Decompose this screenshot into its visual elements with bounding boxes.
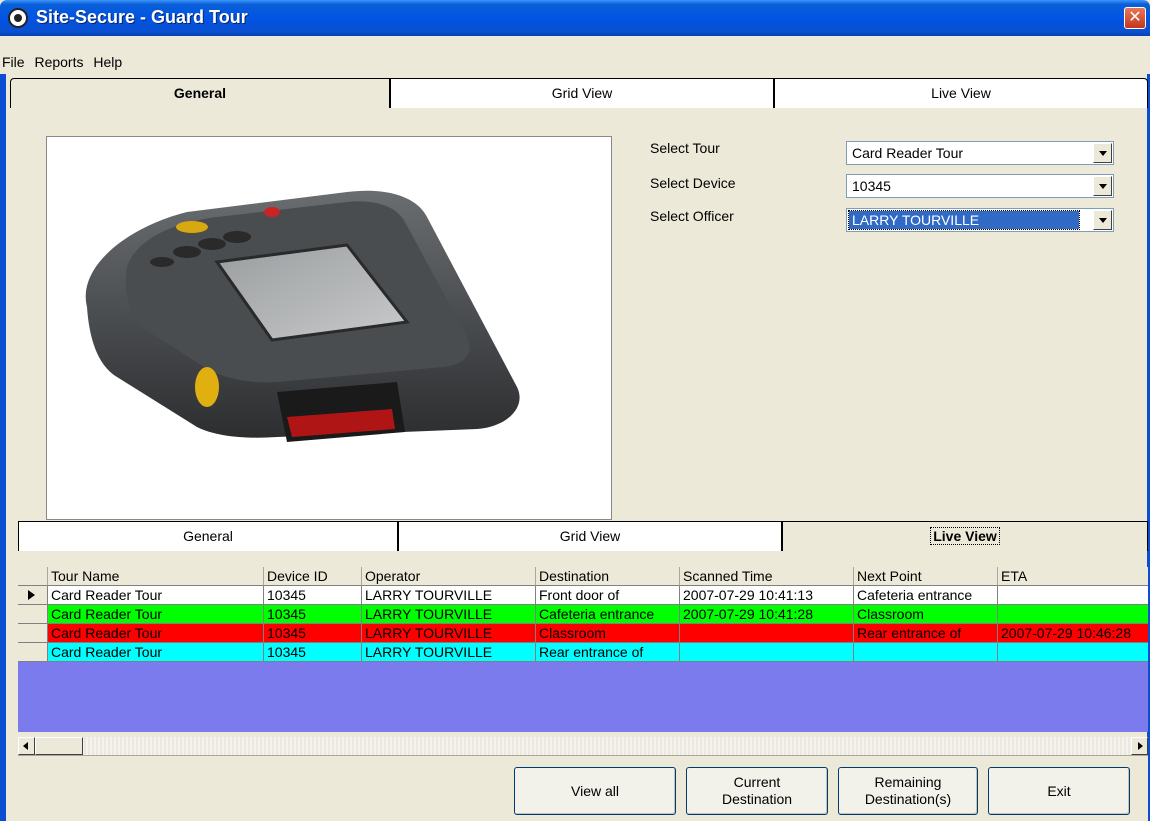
column-next-point[interactable]: Next Point: [854, 567, 998, 586]
cell-device-id[interactable]: 10345: [264, 586, 362, 605]
select-officer-value: LARRY TOURVILLE: [848, 210, 1080, 230]
tab-grid-view-lower[interactable]: Grid View: [398, 521, 782, 551]
table-row[interactable]: Card Reader Tour 10345 LARRY TOURVILLE Rear…: [18, 643, 1148, 662]
cell-next-point[interactable]: Cafeteria entrance: [854, 586, 998, 605]
select-device-dropdown[interactable]: 10345: [846, 174, 1114, 198]
cell-operator[interactable]: LARRY TOURVILLE: [362, 624, 536, 643]
exit-button[interactable]: Exit: [988, 767, 1130, 815]
column-device-id[interactable]: Device ID: [264, 567, 362, 586]
row-selector[interactable]: [18, 643, 48, 662]
remaining-destinations-button[interactable]: Remaining Destination(s): [838, 767, 978, 815]
cell-operator[interactable]: LARRY TOURVILLE: [362, 643, 536, 662]
select-device-value: 10345: [852, 178, 891, 194]
title-bar[interactable]: Site-Secure - Guard Tour ✕: [0, 0, 1150, 36]
select-tour-label: Select Tour: [650, 140, 720, 156]
cell-operator[interactable]: LARRY TOURVILLE: [362, 605, 536, 624]
cell-scanned-time[interactable]: [680, 624, 854, 643]
app-eye-icon: [8, 8, 28, 28]
column-eta[interactable]: ETA: [998, 567, 1148, 586]
select-tour-value: Card Reader Tour: [852, 145, 964, 161]
table-row[interactable]: Card Reader Tour 10345 LARRY TOURVILLE Fron…: [18, 586, 1148, 605]
current-destination-button[interactable]: Current Destination: [686, 767, 828, 815]
cell-device-id[interactable]: 10345: [264, 643, 362, 662]
cell-device-id[interactable]: 10345: [264, 605, 362, 624]
select-officer-label: Select Officer: [650, 208, 734, 224]
menu-reports[interactable]: Reports: [34, 54, 89, 70]
tab-general[interactable]: General: [10, 78, 390, 108]
live-view-grid[interactable]: Tour Name Device ID Operator Destination…: [18, 567, 1148, 732]
scroll-thumb[interactable]: [35, 737, 83, 755]
cell-tour-name[interactable]: Card Reader Tour: [48, 624, 264, 643]
cell-next-point[interactable]: [854, 643, 998, 662]
cell-device-id[interactable]: 10345: [264, 624, 362, 643]
column-tour-name[interactable]: Tour Name: [48, 567, 264, 586]
horizontal-scrollbar[interactable]: [18, 737, 1148, 755]
row-selector[interactable]: [18, 624, 48, 643]
table-row[interactable]: Card Reader Tour 10345 LARRY TOURVILLE Clas…: [18, 624, 1148, 643]
window-left-border: [0, 36, 6, 821]
table-row[interactable]: Card Reader Tour 10345 LARRY TOURVILLE Cafe…: [18, 605, 1148, 624]
menu-help[interactable]: Help: [93, 54, 128, 70]
cell-next-point[interactable]: Rear entrance of: [854, 624, 998, 643]
cell-eta[interactable]: [998, 605, 1148, 624]
row-selector-header: [18, 567, 48, 586]
cell-destination[interactable]: Front door of: [536, 586, 680, 605]
cell-tour-name[interactable]: Card Reader Tour: [48, 586, 264, 605]
cell-destination[interactable]: Classroom: [536, 624, 680, 643]
cell-destination[interactable]: Rear entrance of: [536, 643, 680, 662]
row-selector[interactable]: [18, 605, 48, 624]
column-operator[interactable]: Operator: [362, 567, 536, 586]
cell-next-point[interactable]: Classroom: [854, 605, 998, 624]
close-button[interactable]: ✕: [1124, 7, 1146, 29]
cell-scanned-time[interactable]: 2007-07-29 10:41:13: [680, 586, 854, 605]
chevron-down-icon[interactable]: [1093, 176, 1112, 196]
menu-file[interactable]: File: [0, 54, 31, 70]
tab-grid-view[interactable]: Grid View: [390, 78, 774, 108]
tab-live-view-lower-label: Live View: [930, 527, 1000, 545]
window-title: Site-Secure - Guard Tour: [36, 7, 248, 27]
cell-eta[interactable]: 2007-07-29 10:46:28: [998, 624, 1148, 643]
view-all-button[interactable]: View all: [514, 767, 676, 815]
current-row-arrow-icon[interactable]: [18, 586, 48, 605]
handheld-scanner-image: [85, 190, 520, 442]
select-tour-dropdown[interactable]: Card Reader Tour: [846, 141, 1114, 165]
cell-operator[interactable]: LARRY TOURVILLE: [362, 586, 536, 605]
device-image: [46, 136, 612, 520]
cell-eta[interactable]: [998, 643, 1148, 662]
top-tab-strip: General Grid View Live View: [10, 78, 1148, 108]
cell-scanned-time[interactable]: 2007-07-29 10:41:28: [680, 605, 854, 624]
cell-tour-name[interactable]: Card Reader Tour: [48, 605, 264, 624]
column-destination[interactable]: Destination: [536, 567, 680, 586]
bottom-tab-strip: General Grid View Live View: [18, 521, 1148, 551]
chevron-down-icon[interactable]: [1093, 210, 1112, 230]
cell-scanned-time[interactable]: [680, 643, 854, 662]
cell-tour-name[interactable]: Card Reader Tour: [48, 643, 264, 662]
select-device-label: Select Device: [650, 175, 736, 191]
grid-header: Tour Name Device ID Operator Destination…: [18, 567, 1148, 586]
menu-bar: File Reports Help: [0, 54, 1150, 74]
cell-eta[interactable]: [998, 586, 1148, 605]
tab-live-view-lower[interactable]: Live View: [782, 521, 1148, 551]
scroll-right-icon[interactable]: [1131, 737, 1148, 755]
scroll-left-icon[interactable]: [18, 737, 35, 755]
cell-destination[interactable]: Cafeteria entrance: [536, 605, 680, 624]
tab-general-lower[interactable]: General: [18, 521, 398, 551]
column-scanned-time[interactable]: Scanned Time: [680, 567, 854, 586]
tab-live-view[interactable]: Live View: [774, 78, 1148, 108]
select-officer-dropdown[interactable]: LARRY TOURVILLE: [846, 208, 1114, 232]
chevron-down-icon[interactable]: [1093, 143, 1112, 163]
